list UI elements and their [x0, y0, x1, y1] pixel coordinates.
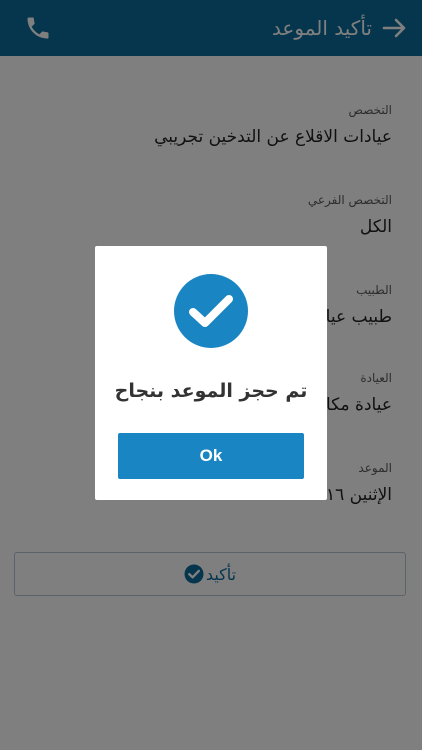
success-dialog: تم حجز الموعد بنجاح Ok: [95, 246, 327, 500]
check-circle-icon: [174, 274, 248, 348]
ok-button[interactable]: Ok: [118, 433, 304, 479]
success-message: تم حجز الموعد بنجاح: [114, 380, 308, 402]
